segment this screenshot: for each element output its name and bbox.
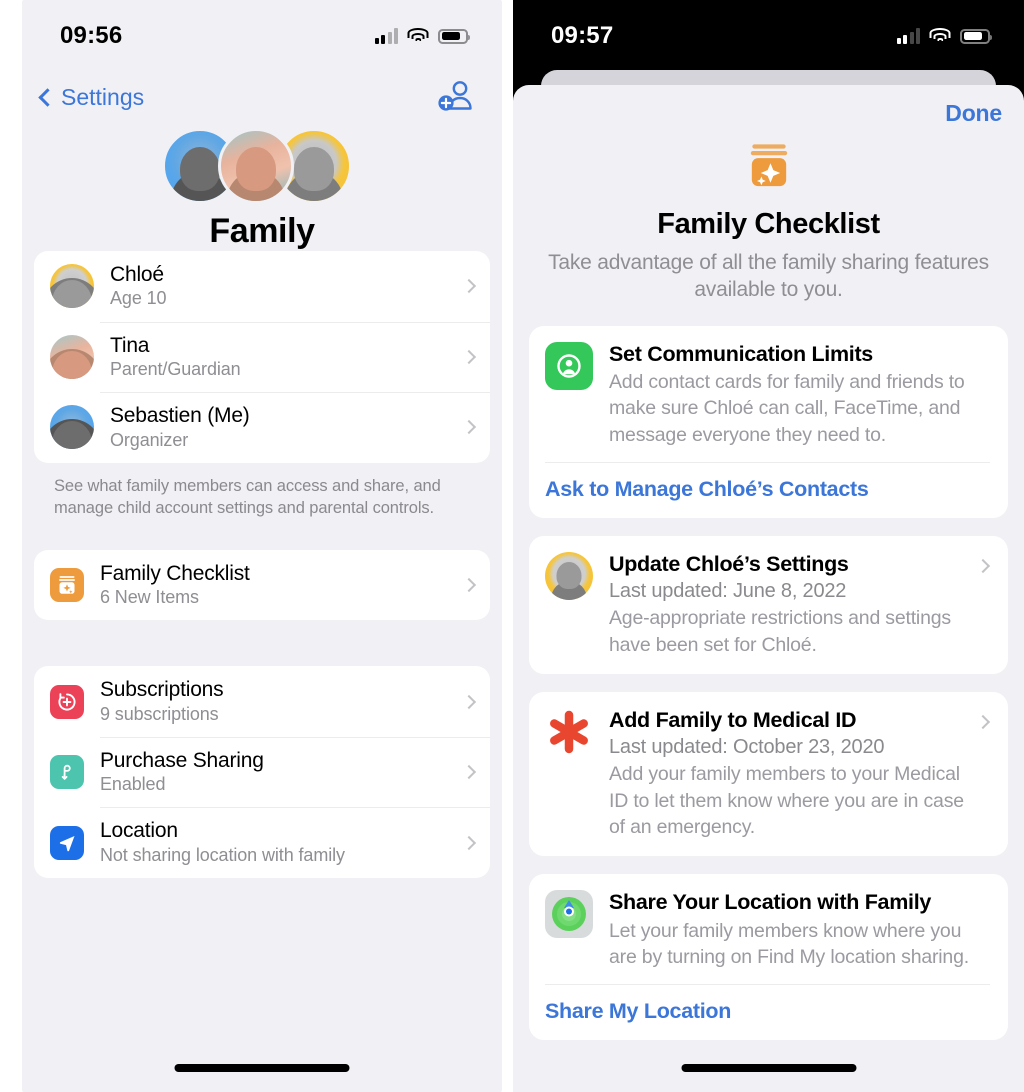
page-title: Family [209,212,315,250]
battery-icon [438,28,471,44]
row-title: Purchase Sharing [100,748,264,772]
subscriptions-icon [50,684,84,719]
chevron-right-icon [461,577,477,593]
right-phone-screen: 09:57 Done Family Checklist Take advanta… [513,0,1024,1092]
member-role: Organizer [110,429,189,450]
chloe-avatar [545,551,593,600]
checklist-card-medical-id[interactable]: Add Family to Medical ID Last updated: O… [529,691,1008,857]
checklist-meta: Last updated: October 23, 2020 [609,736,885,759]
chevron-right-icon [461,835,477,850]
done-button[interactable]: Done [945,100,1002,127]
row-title: Location [100,819,178,843]
add-person-button[interactable] [436,80,476,114]
checklist-items: Set Communication Limits Add contact car… [513,304,1024,1041]
member-role: Parent/Guardian [110,358,241,379]
checklist-card-share-location[interactable]: Share Your Location with Family Let your… [529,874,1008,1041]
member-name: Chloé [110,263,164,286]
back-to-settings-button[interactable]: Settings [38,84,144,111]
home-indicator-left[interactable] [174,1064,350,1072]
wifi-icon [407,28,429,44]
family-members-card: Chloé Age 10 Tina Parent/Guardian Sebast… [34,251,490,463]
location-row[interactable]: Location Not sharing location with famil… [34,807,490,878]
family-avatar-group [162,128,362,206]
chevron-left-icon [38,87,57,107]
chevron-right-icon [461,765,477,780]
sheet-nav-bar: Done [513,85,1024,135]
family-checklist-row[interactable]: Family Checklist 6 New Items [34,550,490,621]
row-subtitle: 6 New Items [100,587,199,608]
cellular-bars-icon [374,28,398,44]
battery-icon [960,28,993,44]
chevron-right-icon [461,349,477,364]
status-bar-right: 09:57 [513,0,1024,72]
screenshot-stage: 09:56 Settings Family Chloé Age 10 Tina … [0,0,1024,1092]
status-indicators [374,28,471,44]
home-indicator-right[interactable] [681,1064,856,1072]
chevron-right-icon [975,714,991,729]
checklist-description: Add your family members to your Medical … [609,763,964,838]
checklist-description: Add contact cards for family and friends… [609,370,965,446]
checklist-title: Update Chloé’s Settings [609,551,849,576]
sheet-subtitle: Take advantage of all the family sharing… [548,251,989,302]
row-subtitle: Enabled [100,774,166,795]
contacts-person-icon [545,341,593,390]
status-bar-left: 09:56 [22,0,502,72]
checklist-description: Age-appropriate restrictions and setting… [609,607,951,656]
row-subtitle: Not sharing location with family [100,844,345,865]
checklist-title: Add Family to Medical ID [609,707,857,732]
avatar [50,405,94,450]
status-time: 09:57 [551,22,614,49]
wifi-icon [929,28,951,44]
purchase-sharing-row[interactable]: Purchase Sharing Enabled [34,736,490,808]
member-name: Sebastien (Me) [110,404,250,428]
chevron-right-icon [461,694,477,709]
checklist-title: Set Communication Limits [609,341,873,366]
family-checklist-card: Family Checklist 6 New Items [34,549,490,621]
cellular-bars-icon [896,28,920,44]
member-row-tina[interactable]: Tina Parent/Guardian [34,321,490,393]
status-time: 09:56 [60,22,123,49]
chevron-right-icon [975,558,991,573]
checklist-card-update-settings[interactable]: Update Chloé’s Settings Last updated: Ju… [529,535,1008,674]
member-row-chloe[interactable]: Chloé Age 10 [34,251,490,322]
members-footnote: See what family members can access and s… [54,476,441,518]
row-title: Family Checklist [100,561,250,585]
left-phone-screen: 09:56 Settings Family Chloé Age 10 Tina … [22,0,502,1092]
checklist-meta: Last updated: June 8, 2022 [609,580,847,603]
chevron-right-icon [461,279,477,294]
subscriptions-row[interactable]: Subscriptions 9 subscriptions [34,666,490,737]
family-header: Family [22,118,502,251]
find-my-icon [545,890,593,939]
sheet-hero: Family Checklist Take advantage of all t… [513,135,1024,304]
family-checklist-sheet: Done Family Checklist Take advantage of … [513,85,1024,1092]
location-arrow-icon [50,825,84,860]
family-checklist-jar-icon [50,567,84,602]
purchase-sharing-icon [50,755,84,790]
checklist-card-communication-limits[interactable]: Set Communication Limits Add contact car… [529,325,1008,518]
member-name: Tina [110,333,150,357]
checklist-description: Let your family members know where you a… [609,919,969,968]
chevron-right-icon [461,420,477,435]
ask-to-manage-contacts-link[interactable]: Ask to Manage Chloé’s Contacts [545,463,990,502]
member-row-sebastien[interactable]: Sebastien (Me) Organizer [34,392,490,463]
checklist-title: Share Your Location with Family [609,890,932,915]
avatar [50,334,94,379]
family-settings-card: Subscriptions 9 subscriptions Purchase S… [34,666,490,879]
family-checklist-jar-icon [750,144,787,187]
nav-bar-left: Settings [22,72,502,118]
medical-id-asterisk-icon [545,708,593,756]
member-role: Age 10 [110,288,167,309]
avatar-tina [218,128,294,204]
status-indicators [896,28,993,44]
avatar [50,264,94,309]
back-button-label: Settings [61,83,145,110]
add-person-icon [438,81,472,111]
share-my-location-link[interactable]: Share My Location [545,985,990,1024]
sheet-title: Family Checklist [657,208,880,240]
row-subtitle: 9 subscriptions [100,703,219,724]
row-title: Subscriptions [100,678,224,702]
left-content: Chloé Age 10 Tina Parent/Guardian Sebast… [22,251,502,879]
